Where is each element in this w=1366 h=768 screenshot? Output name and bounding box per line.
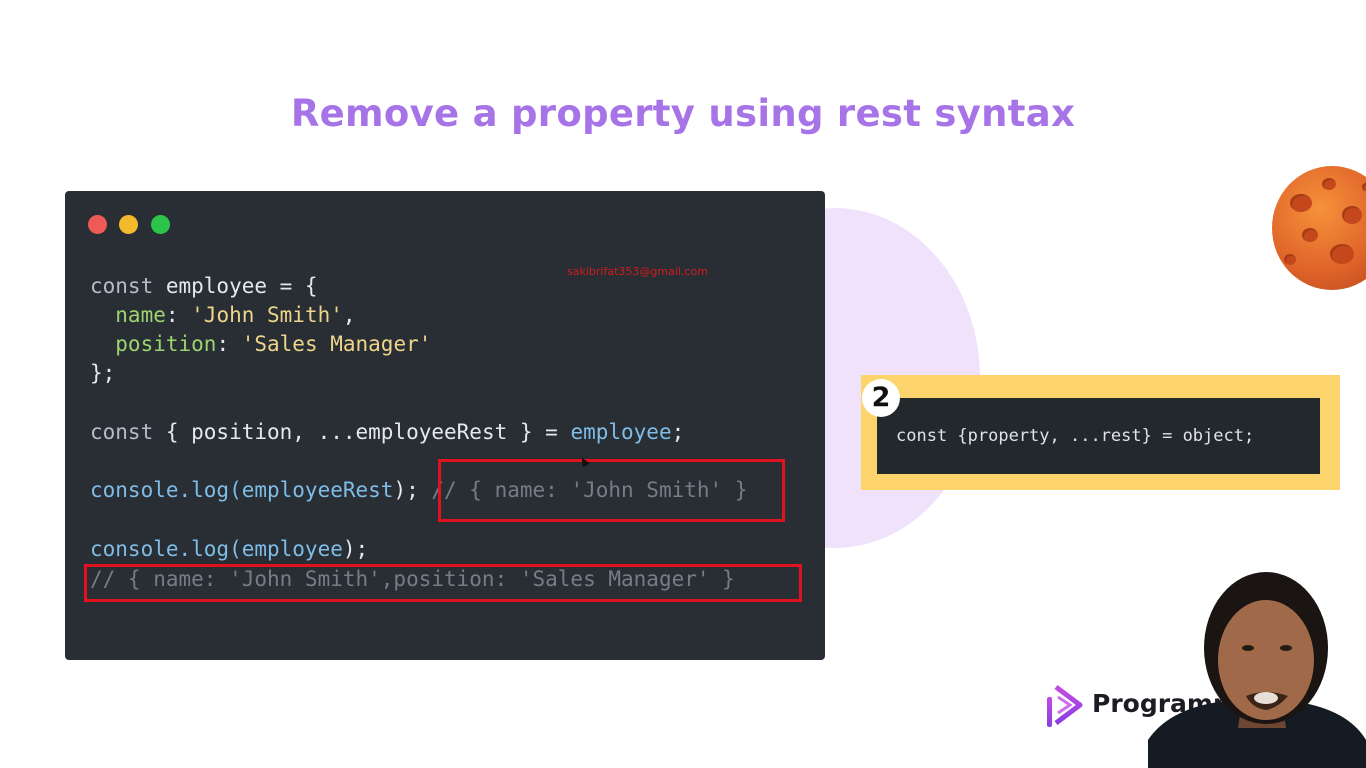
- code-line-5: const { position, ...employeeRest } = em…: [90, 420, 685, 444]
- programming-logo-icon: [1047, 685, 1083, 727]
- syntax-code: const {property, ...rest} = object;: [896, 426, 1255, 446]
- planet-icon: [1272, 166, 1366, 290]
- code-line-7: console.log(employee);: [90, 537, 369, 561]
- maximize-dot-icon: [151, 215, 170, 234]
- close-dot-icon: [88, 215, 107, 234]
- code-line-2: name: 'John Smith',: [90, 303, 356, 327]
- minimize-dot-icon: [119, 215, 138, 234]
- slide-title: Remove a property using rest syntax: [290, 92, 1076, 135]
- code-line-3: position: 'Sales Manager': [90, 332, 432, 356]
- highlight-box-comment-1: [438, 459, 785, 522]
- code-line-4: };: [90, 361, 116, 385]
- highlight-box-comment-2: [84, 564, 802, 602]
- email-watermark: sakibrifat353@gmail.com: [567, 265, 708, 278]
- step-badge: 2: [862, 379, 900, 417]
- presenter-video: [1148, 572, 1366, 768]
- code-line-1: const employee = {: [90, 274, 318, 298]
